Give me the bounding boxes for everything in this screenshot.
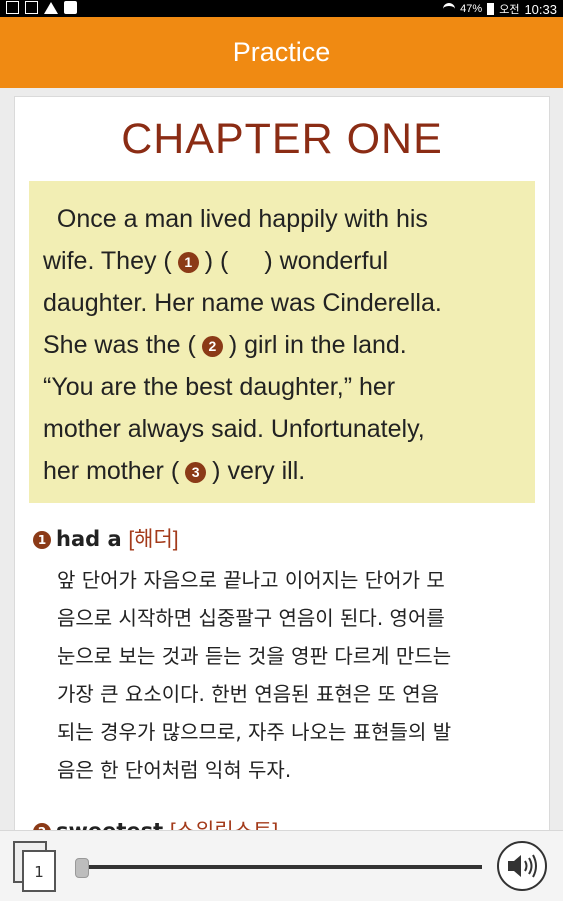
note-line: 가장 큰 요소이다. 한번 연음된 표현은 또 연음 [57,682,440,706]
audio-seek-bar[interactable] [81,865,482,869]
note-pronunciation: [해더] [128,528,179,551]
wifi-icon [443,3,456,15]
blank-marker-2[interactable]: 2 [201,336,223,357]
screenshot-icon [25,1,38,14]
gallery-icon [6,1,19,14]
note-line: 앞 단어가 자음으로 끝나고 이어지는 단어가 모 [57,568,445,592]
content-card[interactable]: CHAPTER ONE Once a man lived happily wit… [14,96,550,832]
page-number: 1 [22,850,56,892]
time-period: 오전 [499,4,520,16]
passage-text: ) ( [204,247,229,275]
status-bar: 47% 오전 10:33 [0,0,563,17]
shopping-bag-icon [64,1,77,14]
note-line: 되는 경우가 많으므로, 자주 나오는 표현들의 발 [57,720,452,744]
note-marker-1: 1 [33,531,51,549]
note-heading: 1 had a [해더] [33,523,537,553]
passage-line: Once a man lived happily with his [43,198,525,240]
clock: 10:33 [524,1,557,17]
passage-text: ) girl in the land. [228,331,407,359]
seek-thumb[interactable] [75,858,89,878]
system-icons: 47% 오전 10:33 [443,1,557,17]
passage-text: her mother ( [43,457,180,485]
passage-line: wife. They (1) ( ) wonderful [43,240,525,282]
note-line: 눈으로 보는 것과 듣는 것을 영판 다르게 만드는 [57,644,452,668]
blank-marker-3[interactable]: 3 [185,462,207,483]
warning-icon [44,1,58,14]
note-term: had a [56,527,122,551]
app-header: Practice [0,17,563,88]
passage-text: ) wonderful [264,247,389,275]
note-body: 앞 단어가 자음으로 끝나고 이어지는 단어가 모 음으로 시작하면 십중팔구 … [57,561,537,789]
passage-text: Once a man lived happily with his [43,205,428,233]
page-stack-icon[interactable]: 1 [13,841,57,893]
blank-marker-1[interactable]: 1 [177,252,199,273]
passage-line: her mother (3) very ill. [43,450,525,492]
passage-text: ) very ill. [212,457,306,485]
note-line: 음은 한 단어처럼 익혀 두자. [57,758,292,782]
notification-icons [6,1,77,14]
battery-percent: 47% [460,3,483,15]
note-line: 음으로 시작하면 십중팔구 연음이 된다. 영어를 [57,606,445,630]
chapter-title: CHAPTER ONE [121,115,443,163]
battery-icon [487,3,495,15]
passage-line: daughter. Her name was Cinderella. [43,289,442,317]
passage-line: She was the (2) girl in the land. [43,324,525,366]
page-title: Practice [232,37,331,67]
passage-line: “You are the best daughter,” her [43,373,396,401]
passage-text: She was the ( [43,331,196,359]
passage-box: Once a man lived happily with his wife. … [29,181,535,503]
audio-player-bar: 1 [0,830,563,901]
note-item: 1 had a [해더] 앞 단어가 자음으로 끝나고 이어지는 단어가 모 음으… [33,523,537,789]
passage-text: wife. They ( [43,247,172,275]
speaker-icon[interactable] [497,841,547,891]
passage-line: mother always said. Unfortunately, [43,415,425,443]
